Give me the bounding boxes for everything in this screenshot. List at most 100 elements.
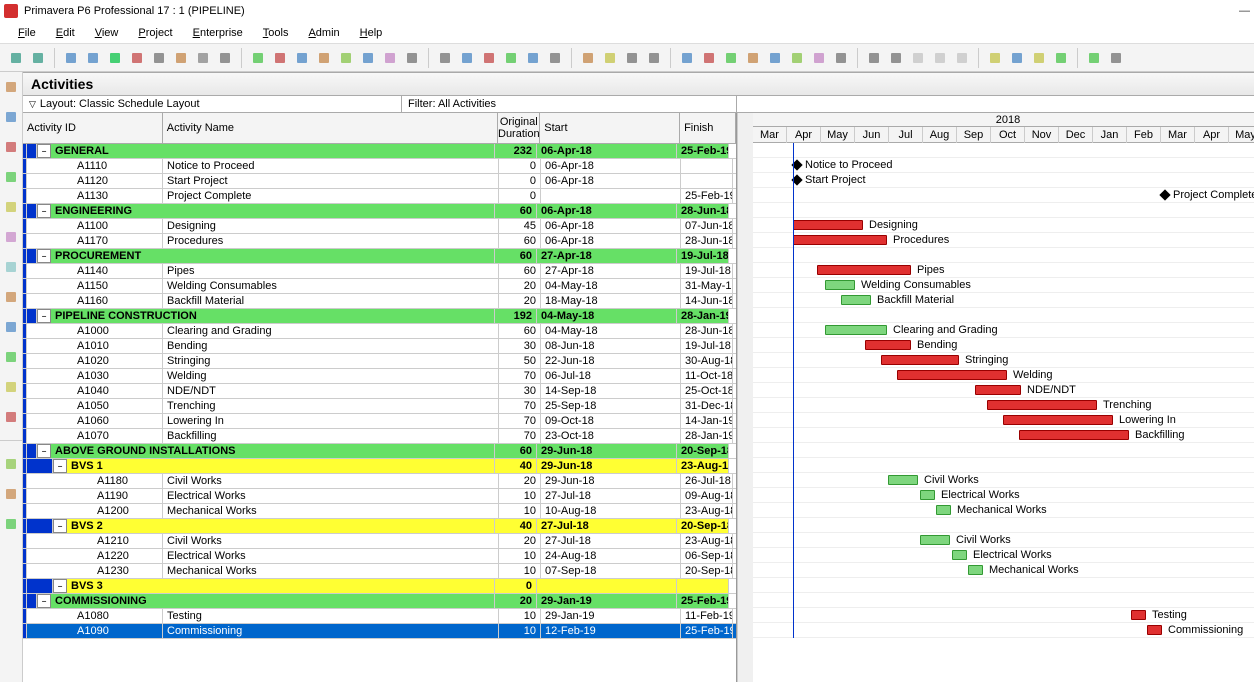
- gantt-bar[interactable]: [936, 505, 951, 515]
- gantt-icon[interactable]: [248, 48, 268, 68]
- level-icon[interactable]: [699, 48, 719, 68]
- table-row[interactable]: −ABOVE GROUND INSTALLATIONS6029-Jun-1820…: [23, 444, 736, 459]
- gantt-bar[interactable]: [793, 235, 887, 245]
- table-row[interactable]: A1140Pipes6027-Apr-1819-Jul-18: [23, 264, 736, 279]
- gantt-bar[interactable]: [920, 535, 950, 545]
- table-row[interactable]: −BVS 30: [23, 579, 736, 594]
- layout-top-icon[interactable]: [61, 48, 81, 68]
- table-row[interactable]: −PROCUREMENT6027-Apr-1819-Jul-18: [23, 249, 736, 264]
- calc-icon[interactable]: [0, 483, 22, 505]
- table-row[interactable]: A1080Testing1029-Jan-1911-Feb-19: [23, 609, 736, 624]
- table-row[interactable]: A1220Electrical Works1024-Aug-1806-Sep-1…: [23, 549, 736, 564]
- recalc-icon[interactable]: [765, 48, 785, 68]
- col-finish[interactable]: Finish: [680, 113, 736, 143]
- network-icon[interactable]: [380, 48, 400, 68]
- menu-view[interactable]: View: [87, 25, 127, 41]
- table-row[interactable]: −GENERAL23206-Apr-1825-Feb-19: [23, 144, 736, 159]
- table-row[interactable]: −PIPELINE CONSTRUCTION19204-May-1828-Jan…: [23, 309, 736, 324]
- gantt-bar[interactable]: [968, 565, 983, 575]
- print-preview-icon[interactable]: [28, 48, 48, 68]
- dropdown6-icon[interactable]: [1106, 48, 1126, 68]
- profile-icon[interactable]: [336, 48, 356, 68]
- spreadsheet-icon[interactable]: [358, 48, 378, 68]
- gantt-bar[interactable]: [825, 325, 887, 335]
- resource-usage-icon[interactable]: [314, 48, 334, 68]
- table-row[interactable]: A1010Bending3008-Jun-1819-Jul-18: [23, 339, 736, 354]
- table-row[interactable]: A1090Commissioning1012-Feb-1925-Feb-19: [23, 624, 736, 639]
- collapse-icon[interactable]: −: [53, 519, 67, 533]
- progress-icon[interactable]: [578, 48, 598, 68]
- collapse-icon[interactable]: −: [37, 204, 51, 218]
- store-period-icon[interactable]: [787, 48, 807, 68]
- lock-icon[interactable]: [952, 48, 972, 68]
- line-number-icon[interactable]: [622, 48, 642, 68]
- relationship-icon[interactable]: [149, 48, 169, 68]
- steps-icon[interactable]: [193, 48, 213, 68]
- collapse-icon[interactable]: −: [37, 144, 51, 158]
- issues-icon[interactable]: [0, 376, 22, 398]
- find-icon[interactable]: [985, 48, 1005, 68]
- table-row[interactable]: A1170Procedures6006-Apr-1828-Jun-18: [23, 234, 736, 249]
- filter-icon[interactable]: [523, 48, 543, 68]
- col-activity-id[interactable]: Activity ID: [23, 113, 163, 143]
- collapse-icon[interactable]: −: [53, 459, 67, 473]
- filter-display[interactable]: Filter: All Activities: [402, 96, 737, 112]
- menu-help[interactable]: Help: [352, 25, 391, 41]
- milestone-icon[interactable]: [1159, 189, 1170, 200]
- help-icon[interactable]: [1051, 48, 1071, 68]
- bars-icon[interactable]: [479, 48, 499, 68]
- thresholds-icon[interactable]: [0, 346, 22, 368]
- minimize-button[interactable]: —: [1239, 5, 1250, 17]
- menu-admin[interactable]: Admin: [300, 25, 347, 41]
- table-row[interactable]: A1110Notice to Proceed006-Apr-18: [23, 159, 736, 174]
- table-row[interactable]: A1190Electrical Works1027-Jul-1809-Aug-1…: [23, 489, 736, 504]
- table-row[interactable]: A1020Stringing5022-Jun-1830-Aug-18: [23, 354, 736, 369]
- risks-icon[interactable]: [0, 406, 22, 428]
- activity-usage-icon[interactable]: [292, 48, 312, 68]
- fullscreen-icon[interactable]: [930, 48, 950, 68]
- web-icon[interactable]: [1084, 48, 1104, 68]
- dropdown4-icon[interactable]: [644, 48, 664, 68]
- comment-icon[interactable]: [1029, 48, 1049, 68]
- table-row[interactable]: A1210Civil Works2027-Jul-1823-Aug-18: [23, 534, 736, 549]
- gantt-bar[interactable]: [897, 370, 1007, 380]
- menu-project[interactable]: Project: [130, 25, 180, 41]
- gantt-bar[interactable]: [920, 490, 935, 500]
- scrollbar-vertical[interactable]: [737, 113, 753, 682]
- collapse-icon[interactable]: −: [37, 309, 51, 323]
- timescale-icon[interactable]: [457, 48, 477, 68]
- projects-icon[interactable]: [0, 76, 22, 98]
- gantt-bar[interactable]: [1131, 610, 1146, 620]
- wps-side-icon[interactable]: [0, 286, 22, 308]
- columns-icon[interactable]: [435, 48, 455, 68]
- table-row[interactable]: −BVS 24027-Jul-1820-Sep-18: [23, 519, 736, 534]
- gantt-bar[interactable]: [793, 220, 863, 230]
- wbs-icon[interactable]: [105, 48, 125, 68]
- collapse-icon[interactable]: −: [37, 444, 51, 458]
- table-row[interactable]: A1040NDE/NDT3014-Sep-1825-Oct-18: [23, 384, 736, 399]
- collapse-icon[interactable]: −: [37, 594, 51, 608]
- layout-chooser[interactable]: ▽ Layout: Classic Schedule Layout: [23, 96, 402, 112]
- group-icon[interactable]: [501, 48, 521, 68]
- gantt-bar[interactable]: [1019, 430, 1129, 440]
- dropdown5-icon[interactable]: [831, 48, 851, 68]
- menu-tools[interactable]: Tools: [255, 25, 297, 41]
- docs-icon[interactable]: [0, 453, 22, 475]
- resources-icon[interactable]: [0, 106, 22, 128]
- expenses-icon[interactable]: [0, 316, 22, 338]
- dropdown2-icon[interactable]: [402, 48, 422, 68]
- gantt-bar[interactable]: [952, 550, 967, 560]
- menu-edit[interactable]: Edit: [48, 25, 83, 41]
- table-row[interactable]: A1200Mechanical Works1010-Aug-1823-Aug-1…: [23, 504, 736, 519]
- table-row[interactable]: −ENGINEERING6006-Apr-1828-Jun-18: [23, 204, 736, 219]
- wbs-side-icon[interactable]: [0, 196, 22, 218]
- menu-file[interactable]: File: [10, 25, 44, 41]
- gantt-bar[interactable]: [888, 475, 918, 485]
- table-row[interactable]: −BVS 14029-Jun-1823-Aug-18: [23, 459, 736, 474]
- zoom-fit-icon[interactable]: [908, 48, 928, 68]
- gantt-bar[interactable]: [881, 355, 959, 365]
- dropdown-icon[interactable]: [215, 48, 235, 68]
- summarize-icon[interactable]: [809, 48, 829, 68]
- collapse-icon[interactable]: −: [53, 579, 67, 593]
- table-row[interactable]: A1130Project Complete025-Feb-19: [23, 189, 736, 204]
